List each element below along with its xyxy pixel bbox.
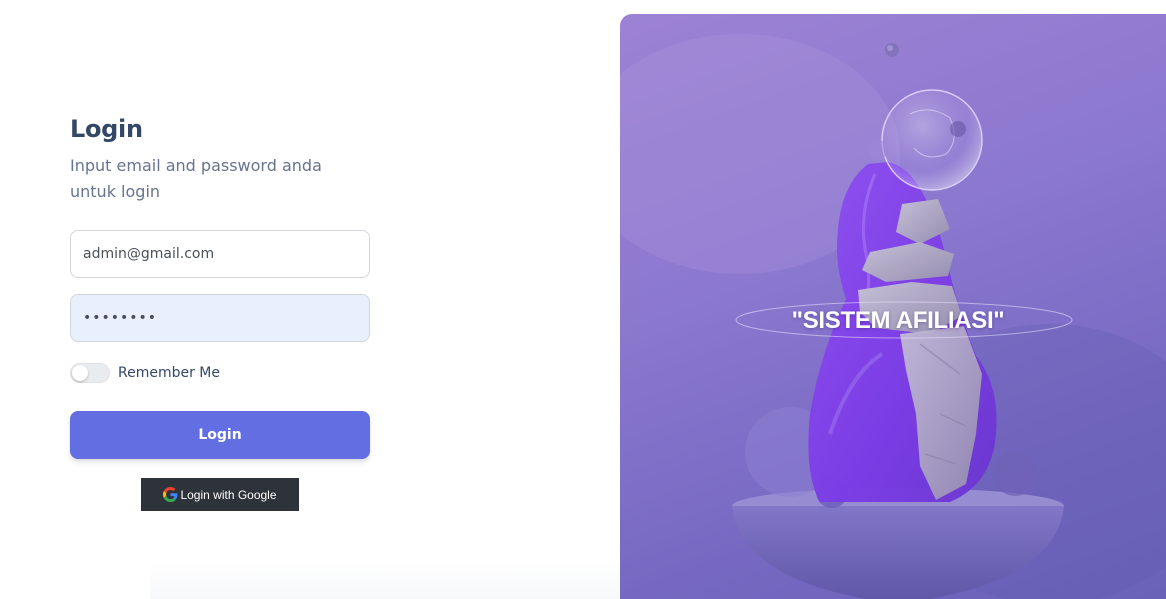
page-subtitle: Input email and password anda untuk logi… [70, 156, 322, 201]
google-g-icon [163, 487, 178, 502]
login-page: Login Input email and password anda untu… [0, 0, 1166, 599]
email-input[interactable] [70, 230, 370, 278]
remember-me-toggle[interactable] [70, 363, 110, 383]
toggle-knob [72, 365, 88, 381]
remember-me-label: Remember Me [118, 365, 220, 381]
page-title: Login [70, 115, 143, 143]
remember-me-row: Remember Me [70, 361, 370, 385]
hero-panel: "SISTEM AFILIASI" [620, 14, 1166, 599]
login-with-google-button[interactable]: Login with Google [141, 478, 299, 511]
password-input[interactable] [70, 294, 370, 342]
google-button-label: Login with Google [180, 487, 277, 502]
footer-shadow [150, 560, 620, 599]
hero-title: "SISTEM AFILIASI" [791, 307, 1005, 334]
login-button[interactable]: Login [70, 411, 370, 459]
login-form: Login Input email and password anda untu… [70, 112, 370, 459]
